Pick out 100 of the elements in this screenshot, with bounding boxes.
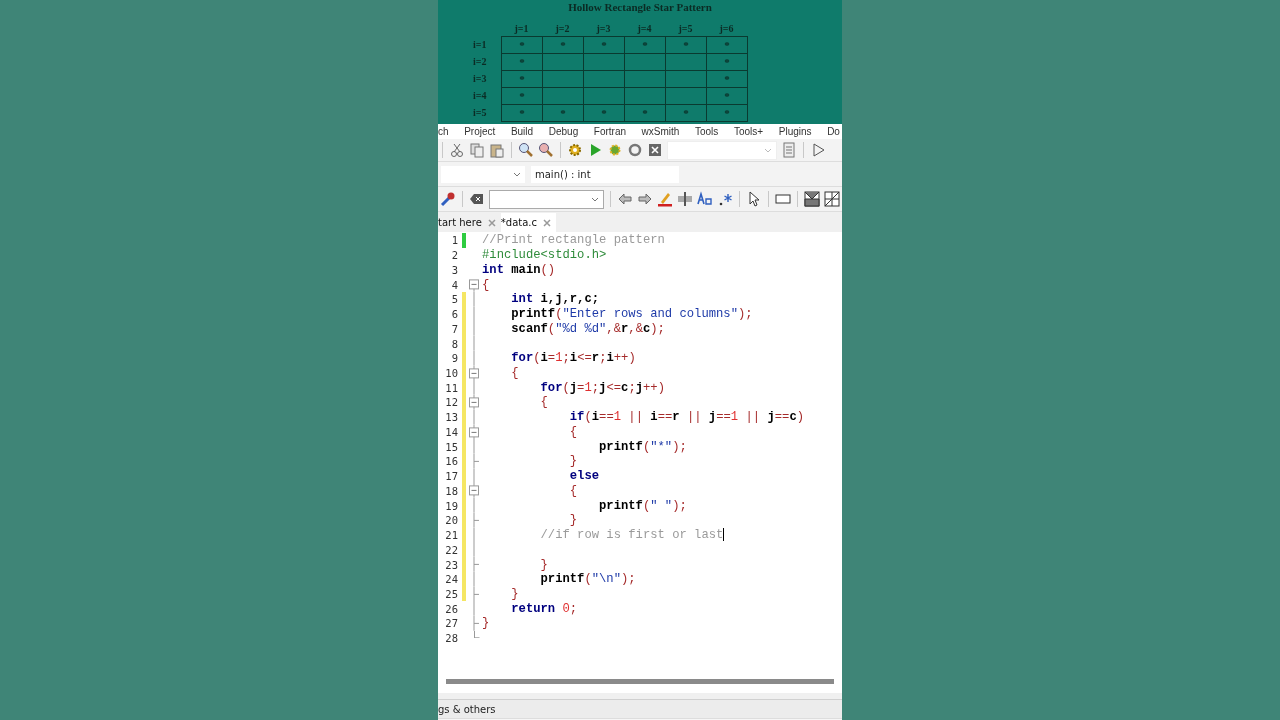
fold-toggle-icon[interactable] [468, 395, 480, 410]
code-line: printf("\n"); [539, 572, 636, 587]
line-number: 17 [444, 470, 458, 483]
text-cursor-icon[interactable] [677, 191, 694, 207]
line-number: 22 [444, 543, 458, 556]
line-number: 23 [444, 558, 458, 571]
stop-icon[interactable] [647, 142, 663, 158]
menu-item[interactable]: Tools [695, 124, 719, 139]
code-line: } [482, 616, 490, 631]
code-line: return 0; [510, 601, 578, 616]
code-line: if(i==1 || i==r || j==1 || j==c) [568, 410, 805, 425]
code-line: int main() [482, 262, 556, 277]
close-icon[interactable] [543, 218, 551, 227]
function-dropdown[interactable]: main() : int [530, 164, 680, 184]
code-line: printf(" "); [598, 498, 687, 513]
panel-title: gs & others [438, 703, 496, 715]
line-number: 11 [444, 381, 458, 394]
code-line: //if row is first or last [539, 528, 725, 543]
line-number: 15 [444, 440, 458, 453]
code-editor[interactable] [438, 232, 842, 669]
line-number: 25 [444, 588, 458, 600]
code-line: { [539, 395, 548, 410]
line-number: 21 [444, 529, 458, 542]
code-line: } [510, 587, 519, 601]
right-arrow-icon[interactable] [637, 191, 654, 207]
line-number: 19 [444, 499, 458, 512]
code-line: #include<stdio.h> [482, 248, 607, 263]
column-label: j=3 [595, 22, 612, 36]
line-number: 24 [444, 573, 458, 586]
line-number: 18 [444, 484, 458, 497]
code-line: else [568, 469, 600, 484]
close-icon[interactable] [487, 218, 496, 227]
caret-icon [591, 196, 600, 202]
table-cell: * [501, 36, 543, 54]
scissors-icon[interactable] [449, 142, 465, 158]
row-label: i=3 [473, 72, 488, 86]
line-number: 14 [444, 425, 458, 438]
table-cell: * [706, 104, 748, 122]
gear-icon[interactable] [607, 142, 623, 158]
regex-icon[interactable] [717, 191, 734, 207]
gear-icon[interactable] [567, 142, 583, 158]
line-number: 3 [450, 263, 458, 276]
search-icon[interactable] [538, 142, 554, 158]
horizontal-scrollbar[interactable] [438, 669, 842, 693]
circle-arrows-icon[interactable] [627, 142, 643, 158]
line-number: 13 [444, 411, 458, 424]
line-number: 1 [450, 234, 458, 247]
highlighter-icon[interactable] [657, 191, 674, 207]
code-line: scanf("%d %d",&r,&c); [510, 321, 665, 336]
menu-item[interactable]: Tools+ [733, 124, 764, 139]
rectangle-icon[interactable] [775, 191, 791, 207]
editor-tab[interactable]: *data.c [500, 213, 556, 232]
clear-icon[interactable] [468, 191, 485, 207]
code-line: int i,j,r,c; [510, 292, 600, 307]
code-line: { [568, 483, 578, 498]
caret-icon [764, 147, 772, 153]
menu-item[interactable]: Fortran [593, 124, 626, 139]
caret-icon [513, 171, 521, 177]
line-number: 7 [450, 322, 458, 335]
menu-item[interactable]: wxSmith [641, 124, 680, 139]
code-line: for(i=1;i<=r;i++) [510, 351, 636, 366]
column-label: j=6 [718, 22, 735, 36]
row-label: i=4 [473, 89, 488, 103]
code-line: for(j=1;j<=c;j++) [539, 380, 665, 395]
play-icon[interactable] [810, 142, 826, 158]
row-label: i=1 [473, 38, 488, 52]
fold-toggle-icon[interactable] [468, 277, 480, 292]
table-cell: * [706, 36, 748, 54]
column-label: j=5 [677, 22, 694, 36]
line-number: 9 [450, 352, 458, 365]
fold-toggle-icon[interactable] [468, 483, 480, 499]
code-line: printf("*"); [598, 439, 687, 454]
menu-item[interactable]: ch [438, 124, 449, 139]
menu-item[interactable]: Do [827, 124, 840, 139]
fold-toggle-icon[interactable] [468, 365, 480, 381]
code-line: { [568, 424, 578, 439]
fold-toggle-icon[interactable] [468, 424, 480, 440]
row-label: i=2 [473, 55, 488, 69]
menu-item[interactable]: Plugins [778, 124, 812, 139]
line-number: 4 [450, 278, 458, 291]
menu-item[interactable]: Project [464, 124, 496, 139]
search-icon[interactable] [518, 142, 534, 158]
search-field[interactable] [488, 189, 605, 209]
line-number: 20 [444, 514, 458, 527]
menu-item[interactable]: Debug [548, 124, 579, 139]
table-cell: * [501, 104, 543, 122]
menu-item[interactable]: Build [510, 124, 534, 139]
line-number: 8 [450, 337, 458, 350]
row-label: i=5 [473, 106, 488, 120]
line-number: 2 [450, 249, 458, 262]
code-line: { [510, 365, 519, 380]
diagram-title: Hollow Rectangle Star Pattern [568, 1, 712, 15]
code-line: } [539, 557, 548, 572]
line-number: 5 [450, 293, 458, 306]
paste-icon[interactable] [489, 142, 505, 158]
font-icon[interactable] [697, 191, 714, 207]
line-number: 28 [444, 632, 458, 645]
copy-icon[interactable] [469, 142, 485, 158]
line-number: 26 [444, 602, 458, 615]
left-arrow-icon[interactable] [617, 191, 634, 207]
